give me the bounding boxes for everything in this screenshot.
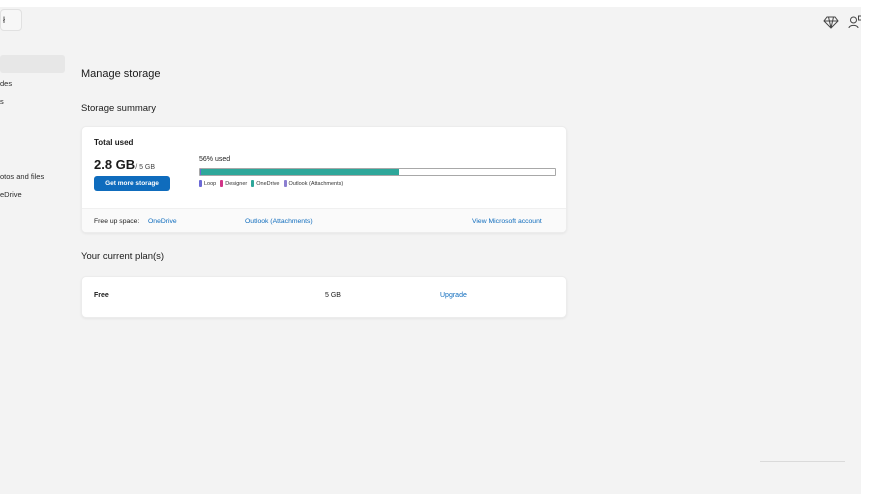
free-up-space-label: Free up space: <box>94 218 140 225</box>
outlook-swatch <box>283 180 287 187</box>
legend-item-loop: Loop <box>199 180 216 187</box>
app-window: ł des s otos and files eDrive Manage sto… <box>0 7 861 494</box>
sidebar-selected-item[interactable] <box>0 55 65 73</box>
sidebar-item-onedrive[interactable]: eDrive <box>0 190 65 199</box>
used-value: 2.8 GB <box>94 157 136 172</box>
total-used-label: Total used <box>94 138 134 147</box>
loop-swatch <box>199 180 202 187</box>
free-up-onedrive-link[interactable]: OneDrive <box>148 218 177 225</box>
free-up-outlook-link[interactable]: Outlook (Attachments) <box>245 218 313 225</box>
onedrive-swatch <box>251 180 255 187</box>
upgrade-link[interactable]: Upgrade <box>440 292 467 299</box>
view-microsoft-account-link[interactable]: View Microsoft account <box>472 218 542 225</box>
percent-used-label: 56% used <box>199 156 231 163</box>
current-plans-heading: Your current plan(s) <box>81 251 165 262</box>
sidebar-item-photos-and-files[interactable]: otos and files <box>0 172 65 181</box>
used-total: / 5 GB <box>135 164 156 171</box>
account-settings-icon[interactable] <box>848 15 861 29</box>
premium-diamond-icon[interactable] <box>823 15 839 29</box>
sidebar-item-2[interactable]: s <box>0 97 65 106</box>
legend-item-onedrive: OneDrive <box>251 180 280 187</box>
plan-size: 5 GB <box>325 292 341 299</box>
legend-label-onedrive: OneDrive <box>256 180 280 187</box>
free-up-space-footer: Free up space: OneDrive Outlook (Attachm… <box>82 208 566 232</box>
legend-label-outlook: Outlook (Attachments) <box>288 180 344 187</box>
storage-usage-bar <box>199 168 556 176</box>
storage-segment-onedrive <box>201 169 399 175</box>
scroll-indicator[interactable] <box>760 461 845 462</box>
legend-label-designer: Designer <box>225 180 248 187</box>
sidebar-item-1[interactable]: des <box>0 79 65 88</box>
current-plan-card: Free 5 GB Upgrade <box>81 276 567 318</box>
get-more-storage-button[interactable]: Get more storage <box>94 176 170 191</box>
designer-swatch <box>220 180 224 187</box>
used-amount: 2.8 GB/ 5 GB <box>94 157 155 172</box>
legend-item-outlook: Outlook (Attachments) <box>283 180 344 187</box>
page-title: Manage storage <box>81 68 161 80</box>
titlebar-back-button[interactable]: ł <box>0 9 22 31</box>
storage-summary-card: Total used 2.8 GB/ 5 GB Get more storage… <box>81 126 567 233</box>
storage-summary-heading: Storage summary <box>81 103 156 114</box>
legend-label-loop: Loop <box>204 180 217 187</box>
legend-item-designer: Designer <box>220 180 247 187</box>
storage-legend: Loop Designer OneDrive Outlook (Attachme… <box>199 180 347 187</box>
plan-name: Free <box>94 292 109 299</box>
